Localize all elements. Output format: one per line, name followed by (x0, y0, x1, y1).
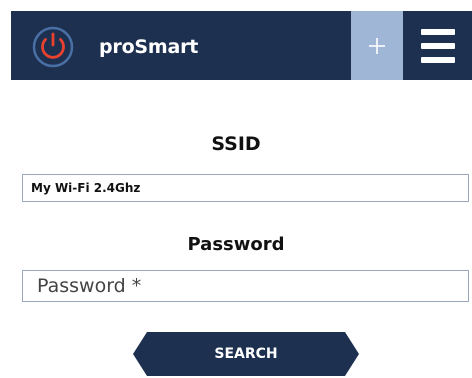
plus-icon (369, 37, 385, 54)
ssid-input[interactable] (22, 174, 469, 202)
menu-bar-middle (421, 43, 455, 49)
menu-bar-top (421, 29, 455, 35)
brand-name: proSmart (99, 36, 199, 58)
password-input[interactable] (22, 270, 469, 302)
add-button[interactable] (351, 11, 403, 80)
menu-bar-bottom (421, 57, 455, 63)
search-button[interactable]: SEARCH (133, 332, 359, 376)
search-button-label: SEARCH (214, 346, 278, 362)
hamburger-menu-icon[interactable] (403, 11, 472, 80)
ssid-label: SSID (211, 133, 261, 155)
password-label: Password (187, 234, 285, 255)
power-icon (32, 26, 74, 68)
app-header: proSmart (11, 11, 472, 80)
